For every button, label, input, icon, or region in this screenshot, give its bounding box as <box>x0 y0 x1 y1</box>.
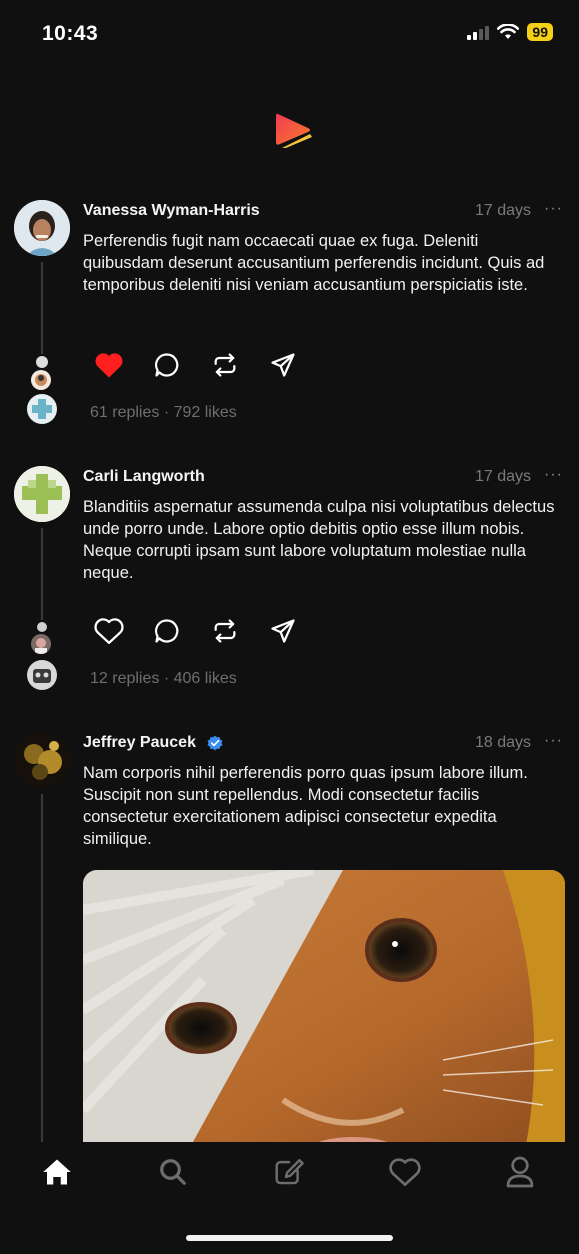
repost-icon <box>214 619 236 643</box>
author-name[interactable]: Carli Langworth <box>83 468 205 486</box>
thread-line <box>41 528 43 620</box>
app-logo-icon <box>276 113 312 148</box>
tab-search[interactable] <box>155 1154 191 1190</box>
reply-button[interactable] <box>152 616 182 646</box>
post-card[interactable]: Jeffrey Paucek 18 days ··· Nam corporis … <box>0 728 579 1160</box>
post-card[interactable]: Carli Langworth 17 days ··· Blanditiis a… <box>0 462 579 702</box>
search-icon <box>160 1159 186 1185</box>
battery-indicator: 99 <box>527 23 553 41</box>
like-button[interactable] <box>94 350 124 380</box>
verified-badge-icon <box>207 735 223 751</box>
compose-icon <box>275 1159 304 1185</box>
post-text: Perferendis fugit nam occaecati quae ex … <box>83 232 545 294</box>
repost-button[interactable] <box>210 350 240 380</box>
reply-button[interactable] <box>152 350 182 380</box>
repost-icon <box>214 353 236 377</box>
post-author[interactable]: Vanessa Wyman-Harris <box>83 202 260 220</box>
reply-avatar <box>37 622 47 632</box>
post-stats[interactable]: 12 replies · 406 likes <box>90 670 237 688</box>
more-options-icon[interactable]: ··· <box>544 732 563 750</box>
send-icon <box>271 353 295 377</box>
status-icons: 99 <box>467 23 553 41</box>
tab-compose[interactable] <box>271 1154 307 1190</box>
post-stats[interactable]: 61 replies · 792 likes <box>90 404 237 422</box>
tab-home[interactable] <box>39 1154 75 1190</box>
status-time: 10:43 <box>42 22 99 45</box>
tab-activity[interactable] <box>387 1154 423 1190</box>
avatar[interactable] <box>14 466 70 522</box>
comment-icon <box>154 619 179 643</box>
avatar[interactable] <box>14 200 70 256</box>
reply-avatar <box>27 394 57 424</box>
heart-icon <box>94 618 124 644</box>
repost-button[interactable] <box>210 616 240 646</box>
post-actions <box>94 350 298 380</box>
profile-icon <box>506 1156 534 1188</box>
post-image[interactable] <box>83 870 565 1160</box>
comment-icon <box>154 353 179 377</box>
more-options-icon[interactable]: ··· <box>544 200 563 218</box>
send-icon <box>271 619 295 643</box>
reply-avatar <box>27 660 57 690</box>
signal-icon <box>467 24 490 40</box>
like-button[interactable] <box>94 616 124 646</box>
author-name[interactable]: Jeffrey Paucek <box>83 734 196 752</box>
post-actions <box>94 616 298 646</box>
reply-avatar <box>31 634 51 654</box>
post-text: Blanditiis aspernatur assumenda culpa ni… <box>83 498 555 582</box>
wifi-icon <box>497 24 520 39</box>
post-time: 17 days <box>474 468 531 485</box>
reply-avatar <box>31 370 51 390</box>
post-card[interactable]: Vanessa Wyman-Harris 17 days ··· Perfere… <box>0 196 579 436</box>
post-author[interactable]: Carli Langworth <box>83 468 205 486</box>
tab-profile[interactable] <box>502 1154 538 1190</box>
thread-line <box>41 794 43 1142</box>
share-button[interactable] <box>268 350 298 380</box>
cat-photo <box>83 870 565 1160</box>
more-options-icon[interactable]: ··· <box>544 466 563 484</box>
heart-filled-icon <box>95 353 123 378</box>
status-bar: 10:43 99 <box>0 0 579 70</box>
author-name[interactable]: Vanessa Wyman-Harris <box>83 202 260 220</box>
home-indicator <box>186 1235 393 1241</box>
thread-line <box>41 262 43 354</box>
post-time: 17 days <box>474 202 531 219</box>
avatar[interactable] <box>14 732 70 788</box>
activity-heart-icon <box>389 1158 421 1186</box>
reply-avatar <box>36 356 48 368</box>
share-button[interactable] <box>268 616 298 646</box>
post-author[interactable]: Jeffrey Paucek <box>83 734 224 752</box>
post-text: Nam corporis nihil perferendis porro qua… <box>83 764 528 848</box>
post-time: 18 days <box>474 734 531 751</box>
home-icon <box>43 1159 71 1185</box>
